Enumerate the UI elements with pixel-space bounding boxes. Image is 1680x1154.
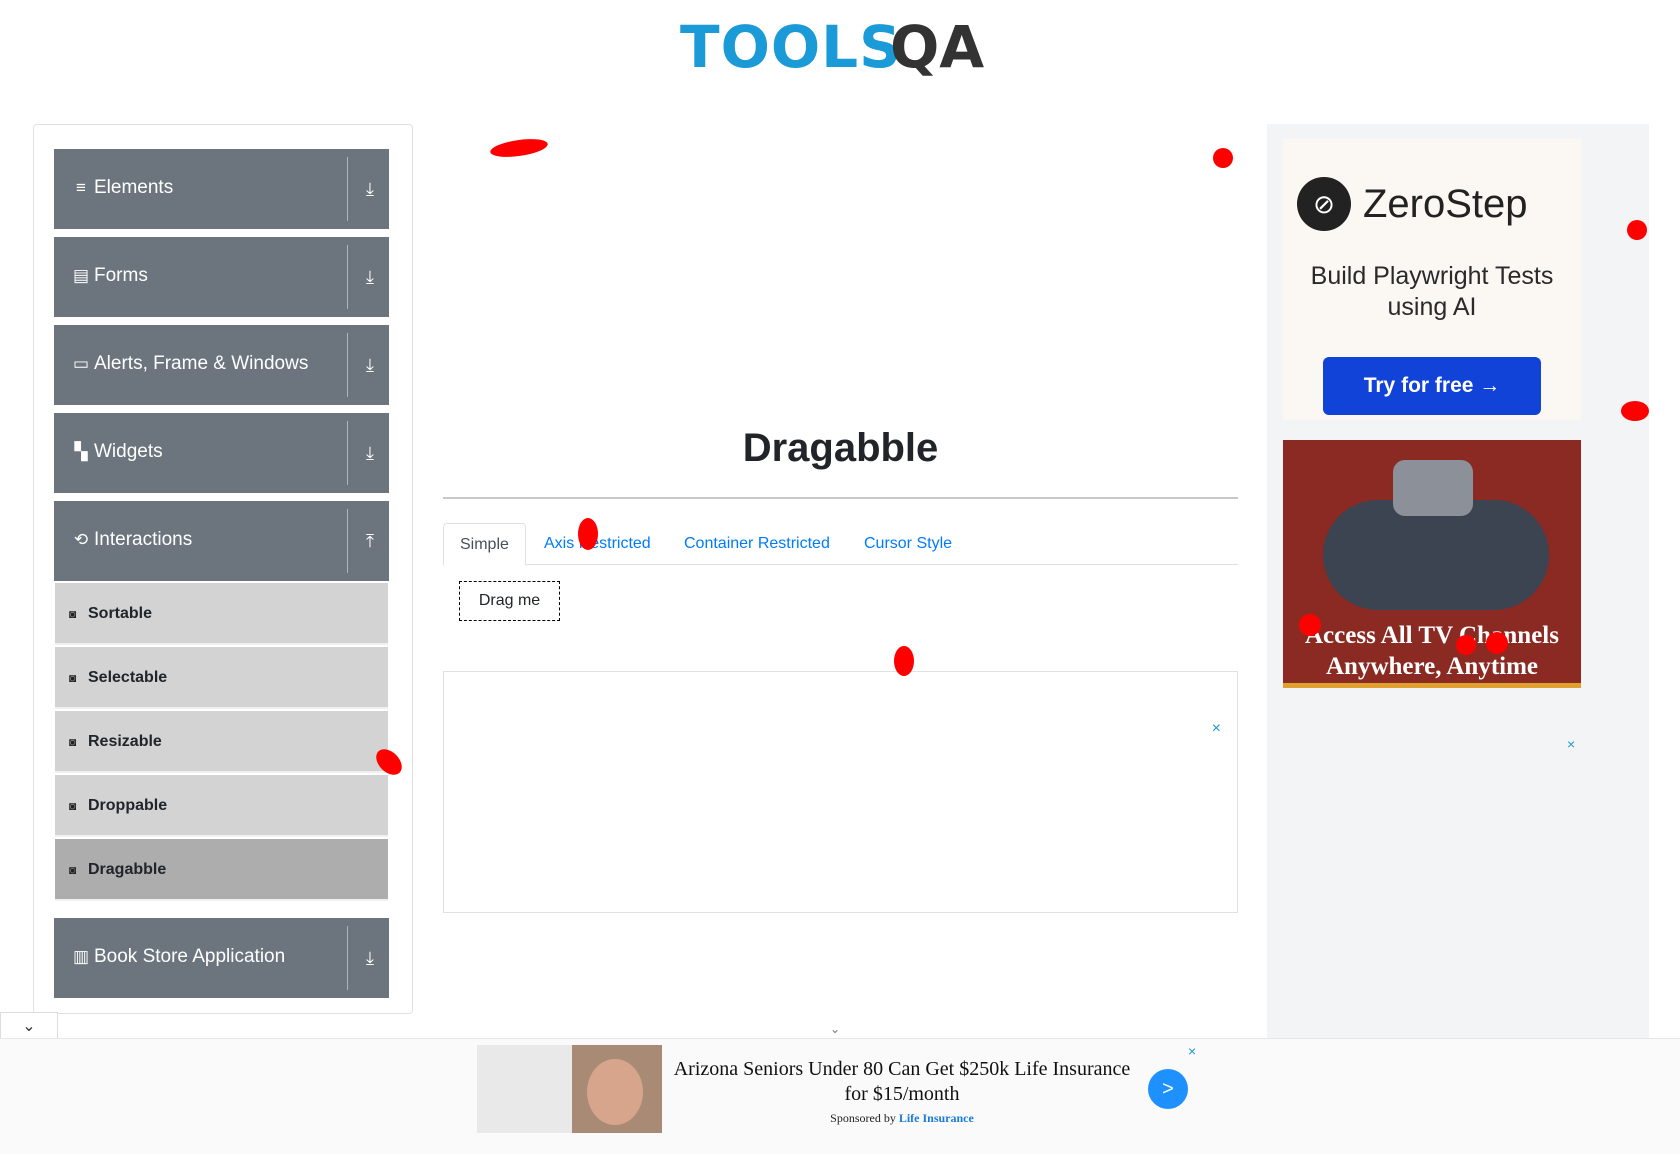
ad-image-document xyxy=(477,1045,572,1133)
red-annotation-mark xyxy=(1213,148,1233,168)
sponsored-by-label: Sponsored by xyxy=(830,1111,896,1125)
tab-cursor-style[interactable]: Cursor Style xyxy=(848,523,968,565)
close-icon[interactable]: × xyxy=(1212,720,1221,738)
red-annotation-mark xyxy=(1621,401,1649,421)
html5-icon: ◙ xyxy=(69,863,77,877)
download-arrow-icon: ⤓ xyxy=(366,267,374,287)
sidebar-item-label: Droppable xyxy=(88,797,168,814)
collapse-toggle[interactable]: ⌄ xyxy=(0,1012,58,1040)
zerostep-tagline: Build Playwright Tests using AI xyxy=(1310,262,1554,321)
html5-icon: ◙ xyxy=(69,671,77,685)
sidebar-item-resizable[interactable]: ◙ Resizable xyxy=(55,711,388,773)
red-annotation-mark xyxy=(1299,614,1321,636)
sidebar-group-label: Book Store Application xyxy=(94,946,286,967)
red-annotation-mark xyxy=(578,518,598,550)
close-icon[interactable]: × xyxy=(1567,736,1575,752)
interactions-icon: ⟲ xyxy=(73,530,89,549)
red-annotation-mark xyxy=(894,646,914,676)
tv-ad-strip xyxy=(1283,683,1581,688)
download-arrow-icon: ⤓ xyxy=(366,179,374,199)
chevron-down-icon: ⌄ xyxy=(22,1018,36,1035)
group-divider xyxy=(347,245,348,309)
sidebar-group-label: Interactions xyxy=(94,529,193,550)
red-annotation-mark xyxy=(1627,220,1647,240)
tv-device-image xyxy=(1323,500,1549,610)
sidebar-group-label: Forms xyxy=(94,265,148,286)
download-arrow-icon: ⤓ xyxy=(366,443,374,463)
upload-arrow-icon: ⤒ xyxy=(366,531,374,551)
sidebar-group-alerts[interactable]: ▭ Alerts, Frame & Windows ⤓ xyxy=(54,325,389,405)
tv-antenna-ad[interactable]: Access All TV Channels Anywhere, Anytime xyxy=(1283,440,1581,688)
tab-simple[interactable]: Simple xyxy=(443,523,526,566)
sidebar-group-book-store[interactable]: ▥ Book Store Application ⤓ xyxy=(54,918,389,998)
tab-container-restricted[interactable]: Container Restricted xyxy=(668,523,846,565)
group-divider xyxy=(347,509,348,573)
sidebar-item-selectable[interactable]: ◙ Selectable xyxy=(55,647,388,709)
close-icon[interactable]: × xyxy=(1188,1043,1196,1059)
ad-headline: Arizona Seniors Under 80 Can Get $250k L… xyxy=(673,1058,1131,1105)
sidebar-item-label: Selectable xyxy=(88,669,168,686)
sidebar-item-dragabble[interactable]: ◙ Dragabble xyxy=(55,839,388,901)
sidebar-group-interactions[interactable]: ⟲ Interactions ⤒ xyxy=(54,501,389,581)
left-sidebar: ≡ Elements ⤓ ▤ Forms ⤓ ▭ Alerts, Frame &… xyxy=(33,124,413,1014)
bottom-sticky-ad[interactable]: Arizona Seniors Under 80 Can Get $250k L… xyxy=(0,1038,1680,1154)
sidebar-item-label: Resizable xyxy=(88,733,162,750)
site-header: TOOLS QA xyxy=(0,0,1680,110)
sidebar-group-forms[interactable]: ▤ Forms ⤓ xyxy=(54,237,389,317)
right-ad-column: ⊘ ZeroStep Build Playwright Tests using … xyxy=(1267,124,1649,1044)
books-icon: ▥ xyxy=(72,947,90,966)
html5-icon: ◙ xyxy=(69,735,77,749)
toolsqa-logo[interactable]: TOOLS QA xyxy=(680,12,1006,92)
zerostep-logo-icon: ⊘ xyxy=(1297,177,1351,231)
group-divider xyxy=(347,333,348,397)
group-divider xyxy=(347,421,348,485)
sidebar-item-label: Sortable xyxy=(88,605,153,622)
title-divider xyxy=(443,497,1238,499)
html5-icon: ◙ xyxy=(69,607,77,621)
inline-ad-slot: × xyxy=(443,671,1238,913)
window-icon: ▭ xyxy=(72,354,90,373)
ad-image-person xyxy=(587,1059,643,1125)
document-icon: ▤ xyxy=(72,266,90,285)
sidebar-item-sortable[interactable]: ◙ Sortable xyxy=(55,583,388,645)
group-divider xyxy=(347,926,348,990)
logo-tools-text: TOOLS xyxy=(680,13,902,81)
red-annotation-mark xyxy=(1486,632,1508,654)
tab-bar: Simple Axis Restricted Container Restric… xyxy=(443,523,1238,566)
ad-sponsor-line: Sponsored by Life Insurance xyxy=(672,1111,1132,1126)
download-arrow-icon: ⤓ xyxy=(366,948,374,968)
hdmi-plug-image xyxy=(1393,460,1473,516)
zerostep-name: ZeroStep xyxy=(1363,182,1528,226)
group-divider xyxy=(347,157,348,221)
chevron-down-icon[interactable]: ⌄ xyxy=(830,1022,840,1036)
page-title: Dragabble xyxy=(742,426,939,470)
logo-qa-text: QA xyxy=(890,13,985,81)
drag-me-box[interactable]: Drag me xyxy=(459,581,560,621)
tv-ad-headline: Access All TV Channels Anywhere, Anytime xyxy=(1305,622,1559,680)
hamburger-icon: ≡ xyxy=(76,178,86,197)
try-for-free-button[interactable]: Try for free → xyxy=(1323,357,1541,415)
sidebar-group-label: Widgets xyxy=(94,441,163,462)
html5-icon: ◙ xyxy=(69,799,77,813)
download-arrow-icon: ⤓ xyxy=(366,355,374,375)
ad-go-button[interactable]: > xyxy=(1148,1069,1188,1109)
sidebar-item-label: Dragabble xyxy=(88,861,167,878)
sidebar-group-label: Elements xyxy=(94,177,174,198)
ad-image xyxy=(477,1045,662,1133)
widgets-icon: ▚ xyxy=(74,442,88,461)
red-annotation-mark xyxy=(1456,635,1476,655)
sponsor-name[interactable]: Life Insurance xyxy=(899,1111,974,1125)
zerostep-ad[interactable]: ⊘ ZeroStep Build Playwright Tests using … xyxy=(1283,139,1581,420)
main-content: Dragabble Simple Axis Restricted Contain… xyxy=(443,124,1238,984)
sidebar-group-elements[interactable]: ≡ Elements ⤓ xyxy=(54,149,389,229)
sidebar-group-widgets[interactable]: ▚ Widgets ⤓ xyxy=(54,413,389,493)
sidebar-item-droppable[interactable]: ◙ Droppable xyxy=(55,775,388,837)
sidebar-group-label: Alerts, Frame & Windows xyxy=(94,353,309,374)
